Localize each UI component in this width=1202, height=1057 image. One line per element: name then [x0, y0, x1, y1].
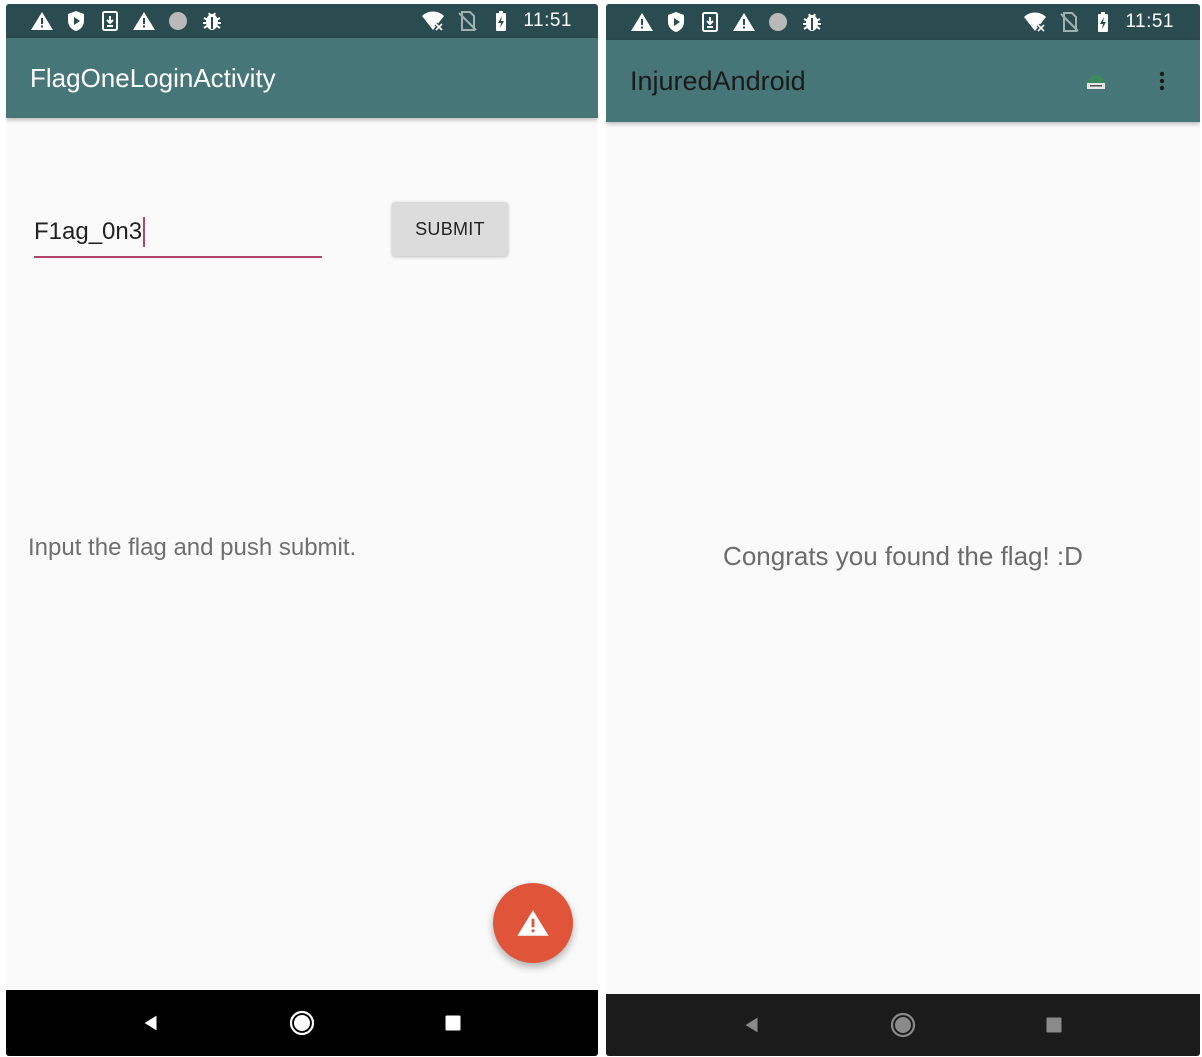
clock: 11:51: [523, 10, 572, 31]
status-bar: 11:51: [606, 4, 1200, 40]
shield-play-icon: [664, 10, 688, 34]
warning-icon: [516, 906, 550, 940]
back-icon[interactable]: [137, 1009, 165, 1037]
recents-icon[interactable]: [439, 1009, 467, 1037]
wifi-off-icon: [421, 9, 445, 33]
flag-input-value: F1ag_0n3: [34, 218, 143, 245]
circle-icon: [166, 9, 190, 33]
phone-screen-injured-android: 11:51 InjuredAndroid Congrats you found …: [606, 4, 1200, 1056]
page-title: InjuredAndroid: [630, 65, 806, 96]
page-title: FlagOneLoginActivity: [30, 62, 276, 93]
phone-screen-flag-one-login: 11:51 FlagOneLoginActivity F1ag_0n3 SUBM…: [6, 4, 598, 1056]
navigation-bar: [606, 994, 1200, 1056]
clock: 11:51: [1125, 11, 1174, 32]
warning-icon: [732, 10, 756, 34]
battery-charging-icon: [1091, 10, 1115, 34]
circle-icon: [766, 10, 790, 34]
no-sim-icon: [1057, 10, 1081, 34]
download-icon: [698, 10, 722, 34]
app-bar: FlagOneLoginActivity: [6, 38, 598, 118]
download-icon: [98, 9, 122, 33]
back-icon[interactable]: [738, 1011, 766, 1039]
text-cursor: [143, 217, 146, 247]
warning-icon: [630, 10, 654, 34]
warning-icon: [132, 9, 156, 33]
submit-button[interactable]: SUBMIT: [392, 202, 508, 256]
flag-input[interactable]: F1ag_0n3: [34, 208, 322, 258]
shield-play-icon: [64, 9, 88, 33]
app-bar: InjuredAndroid: [606, 40, 1200, 122]
congrats-message: Congrats you found the flag! :D: [723, 541, 1083, 571]
bug-icon: [200, 9, 224, 33]
recents-icon[interactable]: [1040, 1011, 1068, 1039]
home-icon[interactable]: [288, 1009, 316, 1037]
warning-fab-button[interactable]: [493, 883, 573, 963]
instructions-text: Input the flag and push submit.: [28, 534, 357, 561]
home-icon[interactable]: [889, 1011, 917, 1039]
warning-icon: [30, 9, 54, 33]
status-bar: 11:51: [6, 4, 598, 38]
app-logo-icon[interactable]: [1084, 69, 1108, 93]
wifi-off-icon: [1023, 10, 1047, 34]
bug-icon: [800, 10, 824, 34]
no-sim-icon: [455, 9, 479, 33]
overflow-menu-icon[interactable]: [1150, 69, 1174, 93]
battery-charging-icon: [489, 9, 513, 33]
navigation-bar: [6, 990, 598, 1056]
